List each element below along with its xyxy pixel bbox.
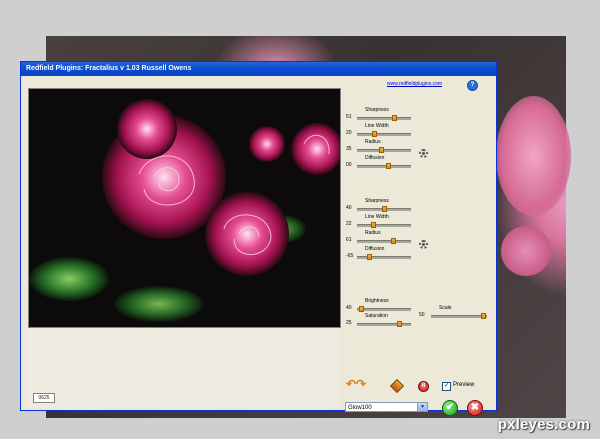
slider-label: Diffusion	[365, 155, 385, 161]
background-rose-bud	[501, 226, 551, 276]
slider-track[interactable]	[357, 323, 411, 326]
site-watermark: pxleyes.com	[497, 416, 590, 433]
slider-track[interactable]	[357, 133, 411, 136]
website-link[interactable]: www.redfieldplugins.com	[387, 81, 442, 87]
preview-label: Preview	[453, 382, 475, 388]
slider-thumb[interactable]	[392, 115, 398, 121]
slider-track[interactable]	[357, 240, 411, 243]
slider-label: Sharpness	[365, 107, 389, 113]
window-title: Redfield Plugins: Fractalius v 1.03 Russ…	[21, 62, 496, 76]
slider-label: Line Width	[365, 123, 389, 129]
slider-track[interactable]	[357, 165, 411, 168]
gear-icon[interactable]	[419, 240, 428, 249]
chevron-down-icon[interactable]: ▼	[417, 403, 427, 411]
slider-label: Sharpness	[365, 198, 389, 204]
slider-thumb[interactable]	[379, 147, 385, 153]
slider-label: Scale	[439, 305, 452, 311]
slider-value[interactable]: 50	[419, 312, 431, 318]
slider-thumb[interactable]	[391, 238, 397, 244]
preview-footer-area: 0625	[28, 328, 339, 408]
slider-thumb[interactable]	[359, 306, 365, 312]
cancel-button[interactable]: ✖	[467, 400, 483, 416]
slider-label: Line Width	[365, 214, 389, 220]
reset-icon[interactable]: R	[418, 381, 429, 392]
slider-thumb[interactable]	[480, 313, 486, 319]
undo-redo-icon[interactable]: ↶↷	[346, 377, 366, 391]
preview-image[interactable]	[28, 88, 341, 328]
slider-track[interactable]	[357, 224, 411, 227]
zoom-level[interactable]: 0625	[33, 393, 55, 403]
slider-label: Radius	[365, 139, 381, 145]
slider-thumb[interactable]	[397, 321, 403, 327]
slider-thumb[interactable]	[386, 163, 392, 169]
preset-select[interactable]: Glow100 ▼	[345, 402, 428, 412]
randomize-icon[interactable]	[389, 378, 405, 394]
background-rose	[496, 96, 571, 216]
slider-track[interactable]	[357, 117, 411, 120]
slider-track[interactable]	[357, 256, 411, 259]
slider-label: Saturation	[365, 313, 388, 319]
plugin-window: Redfield Plugins: Fractalius v 1.03 Russ…	[20, 61, 497, 416]
slider-thumb[interactable]	[371, 131, 377, 137]
slider-thumb[interactable]	[370, 222, 376, 228]
slider-track[interactable]	[357, 308, 411, 311]
slider-label: Brightness	[365, 298, 389, 304]
help-icon[interactable]: ?	[467, 80, 478, 91]
ok-button[interactable]: ✔	[442, 400, 458, 416]
slider-label: Diffusion	[365, 246, 385, 252]
slider-track[interactable]	[431, 315, 487, 318]
preset-value: Glow100	[348, 405, 372, 411]
slider-thumb[interactable]	[381, 206, 387, 212]
plugin-panel: 0625 www.redfieldplugins.com ? Sharpness…	[21, 76, 496, 416]
preview-checkbox[interactable]: ✓	[442, 382, 451, 391]
slider-thumb[interactable]	[366, 254, 372, 260]
slider-label: Radius	[365, 230, 381, 236]
gear-icon[interactable]	[419, 149, 428, 158]
fractal-roses-image	[29, 89, 340, 327]
